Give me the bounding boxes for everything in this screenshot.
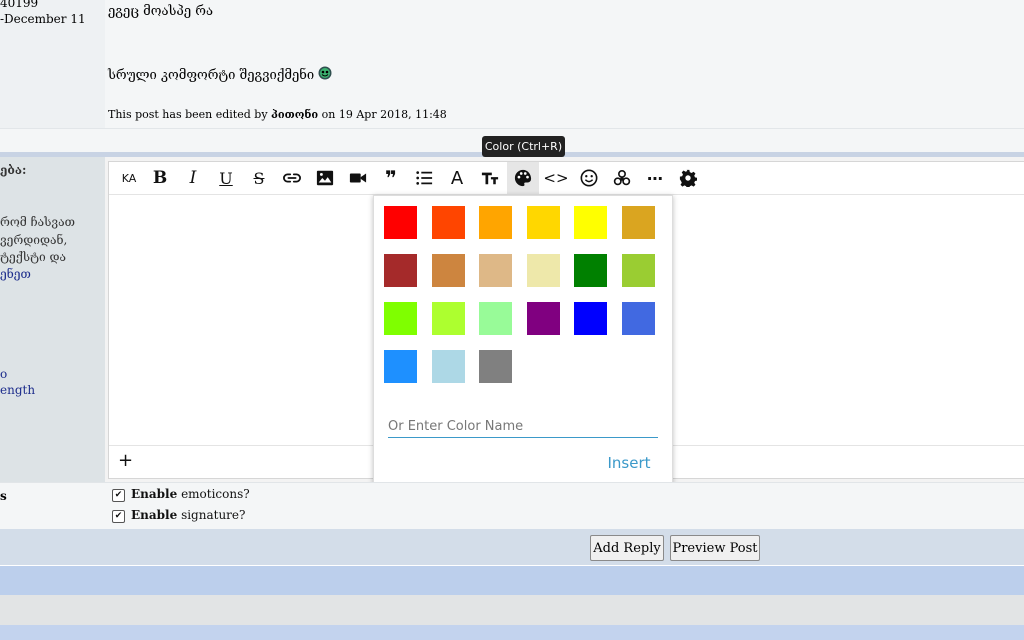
color-swatch[interactable] bbox=[479, 206, 512, 239]
emoticons-option: Enable emoticons? bbox=[131, 487, 250, 501]
sidebar-link-2[interactable]: o bbox=[0, 367, 7, 381]
post-author-line1: 40199 bbox=[0, 0, 39, 10]
signature-checkbox[interactable]: ✔ bbox=[112, 510, 125, 523]
edited-prefix: This post has been edited by bbox=[108, 108, 268, 121]
post-author-line2: -December 11 bbox=[0, 12, 86, 26]
emoji-icon[interactable] bbox=[573, 162, 605, 194]
more-button[interactable]: ⋯ bbox=[639, 162, 671, 194]
emoticons-option-bold: Enable bbox=[131, 487, 178, 501]
video-icon[interactable] bbox=[342, 162, 374, 194]
color-swatch[interactable] bbox=[621, 206, 655, 239]
color-tooltip: Color (Ctrl+R) bbox=[482, 136, 565, 157]
options-label: s bbox=[0, 489, 7, 503]
sidebar-heading: ება: bbox=[0, 163, 27, 177]
sidebar-link-1[interactable]: ენეთ bbox=[0, 267, 31, 281]
color-swatch[interactable] bbox=[526, 302, 560, 335]
code-button[interactable]: <> bbox=[540, 162, 572, 194]
post-line1: ეგეც მოასპე რა bbox=[108, 4, 213, 19]
preview-post-button[interactable]: Preview Post bbox=[670, 535, 760, 561]
edited-note: This post has been edited by პითონი on 1… bbox=[108, 108, 447, 121]
emoticons-checkbox[interactable]: ✔ bbox=[112, 489, 125, 502]
signature-option-bold: Enable bbox=[131, 508, 178, 522]
post-line2-text: სრული კომფორტი შეგვიქმენი bbox=[108, 67, 315, 83]
gear-icon[interactable] bbox=[672, 162, 704, 194]
edited-user[interactable]: პითონი bbox=[271, 108, 318, 121]
edited-suffix: on 19 Apr 2018, 11:48 bbox=[321, 108, 447, 121]
footer-band bbox=[0, 566, 1024, 595]
color-swatch[interactable] bbox=[526, 254, 560, 287]
post-line2: სრული კომფორტი შეგვიქმენი bbox=[108, 66, 332, 84]
smiley-emoticon-icon bbox=[318, 66, 332, 84]
color-swatch[interactable] bbox=[621, 302, 655, 335]
palette-icon[interactable] bbox=[507, 162, 539, 194]
color-swatch[interactable] bbox=[384, 206, 417, 239]
sidebar-text-1: რომ ჩასვათ bbox=[0, 215, 75, 229]
sidebar-text-2: ვერდიდან, bbox=[0, 233, 68, 247]
color-swatch[interactable] bbox=[384, 302, 417, 335]
georgian-keyboard-button[interactable]: KA bbox=[113, 162, 145, 194]
color-picker-popup bbox=[373, 195, 673, 493]
color-swatch[interactable] bbox=[574, 206, 607, 239]
footer-nav-band bbox=[0, 625, 1024, 640]
emoticons-option-text: emoticons? bbox=[181, 487, 250, 501]
biohazard-icon[interactable] bbox=[606, 162, 638, 194]
color-swatch[interactable] bbox=[621, 254, 655, 287]
color-swatch[interactable] bbox=[479, 302, 512, 335]
color-swatch[interactable] bbox=[431, 254, 465, 287]
color-swatch[interactable] bbox=[384, 350, 417, 383]
color-swatch[interactable] bbox=[431, 302, 465, 335]
quote-button[interactable]: ❞ bbox=[375, 162, 407, 194]
color-swatch[interactable] bbox=[574, 254, 607, 287]
color-swatch[interactable] bbox=[479, 350, 512, 383]
color-swatch[interactable] bbox=[431, 206, 465, 239]
image-icon[interactable] bbox=[309, 162, 341, 194]
font-button[interactable]: A bbox=[441, 162, 473, 194]
add-attachment-button[interactable]: + bbox=[118, 450, 134, 472]
signature-option-text: signature? bbox=[181, 508, 246, 522]
link-icon[interactable] bbox=[276, 162, 308, 194]
sidebar-link-3[interactable]: ength bbox=[0, 383, 35, 397]
bold-button[interactable]: B bbox=[144, 162, 176, 194]
color-swatch[interactable] bbox=[384, 254, 417, 287]
font-size-icon[interactable] bbox=[474, 162, 506, 194]
color-swatch[interactable] bbox=[574, 302, 607, 335]
color-swatch[interactable] bbox=[526, 206, 560, 239]
color-name-input[interactable] bbox=[388, 415, 658, 438]
color-swatch[interactable] bbox=[431, 350, 465, 383]
submit-row bbox=[0, 529, 1024, 565]
editor-sidebar: ება: რომ ჩასვათ ვერდიდან, ტექსტი და ენეთ… bbox=[0, 157, 105, 482]
list-icon[interactable] bbox=[408, 162, 440, 194]
signature-option: Enable signature? bbox=[131, 508, 245, 522]
footer-band-grey bbox=[0, 595, 1024, 625]
post-body: ეგეც მოასპე რა სრული კომფორტი შეგვიქმენი… bbox=[105, 0, 1024, 128]
italic-button[interactable]: I bbox=[177, 162, 209, 194]
insert-color-button[interactable]: Insert bbox=[600, 452, 658, 474]
color-swatch[interactable] bbox=[479, 254, 512, 287]
post-author-panel: 40199 -December 11 bbox=[0, 0, 105, 128]
add-reply-button[interactable]: Add Reply bbox=[590, 535, 664, 561]
underline-button[interactable]: U bbox=[210, 162, 242, 194]
sidebar-text-3: ტექსტი და bbox=[0, 250, 67, 264]
strikethrough-button[interactable]: S bbox=[243, 162, 275, 194]
